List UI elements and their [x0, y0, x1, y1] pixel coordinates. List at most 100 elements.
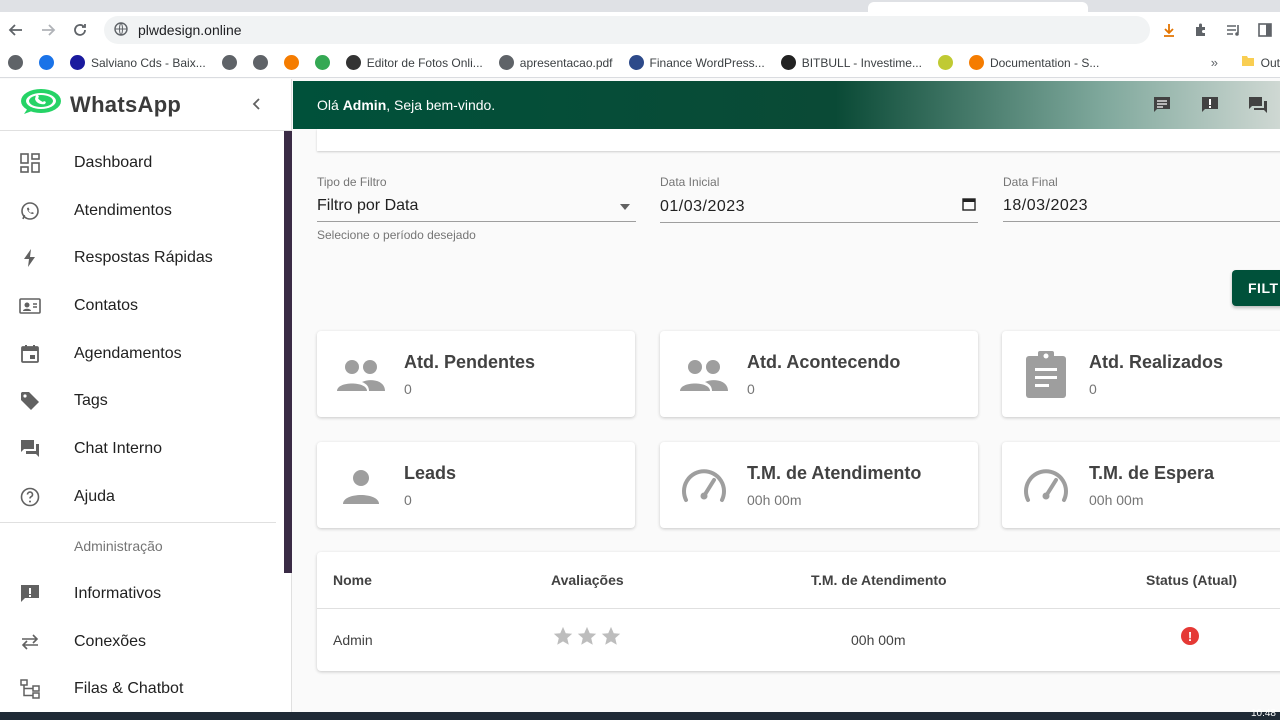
app-logo-text: WhatsApp [70, 91, 182, 117]
col-header-ratings[interactable]: Avaliações [551, 572, 624, 588]
announcement-icon[interactable] [1198, 93, 1222, 117]
bookmark-item[interactable]: Finance WordPress... [628, 55, 765, 70]
bookmark-favicon-icon [70, 55, 85, 70]
bookmark-folder[interactable]: Out [1241, 54, 1280, 71]
reload-icon[interactable] [64, 14, 96, 46]
bookmark-item[interactable]: Editor de Fotos Onli... [345, 55, 483, 70]
start-date-field[interactable]: Data Inicial 01/03/2023 [660, 175, 978, 223]
card-title: Atd. Pendentes [404, 352, 536, 372]
sidebar-item-chat-interno[interactable]: Chat Interno [0, 425, 280, 473]
filter-type-field[interactable]: Tipo de Filtro Filtro por Data [317, 175, 636, 223]
bookmark-favicon-icon [345, 55, 361, 70]
menu-divider [0, 522, 276, 523]
bookmark-item[interactable] [221, 55, 237, 70]
dropdown-arrow-icon[interactable] [620, 197, 630, 215]
sidebar-item-respostas-r-pidas[interactable]: Respostas Rápidas [0, 234, 280, 282]
row-name: Admin [333, 632, 373, 648]
bookmark-item[interactable]: BITBULL - Investime... [780, 55, 922, 70]
bookmark-item[interactable] [283, 55, 299, 70]
sidebar-item-informativos[interactable]: Informativos [0, 570, 280, 618]
person-icon [335, 460, 387, 512]
bookmark-favicon-icon [780, 55, 796, 70]
internal-chat-icon[interactable] [1246, 93, 1270, 117]
logo-row: WhatsApp [0, 79, 291, 131]
star-icon[interactable] [576, 625, 598, 654]
tag-icon [18, 389, 42, 413]
summary-card: Atd. Acontecendo 0 [660, 331, 978, 417]
top-card [317, 129, 1280, 151]
media-icon[interactable] [1218, 16, 1248, 44]
star-icon[interactable] [552, 625, 574, 654]
admin-menu: Informativos Conexões Filas & Chatbot [0, 570, 280, 713]
sidebar-item-contatos[interactable]: Contatos [0, 282, 280, 330]
star-icon[interactable] [600, 625, 622, 654]
card-value: 0 [404, 381, 412, 397]
sidepanel-icon[interactable] [1250, 16, 1280, 44]
col-header-avg-time[interactable]: T.M. de Atendimento [811, 572, 947, 588]
taskbar-clock: 10:48 [1250, 708, 1276, 719]
folder-icon [1241, 54, 1255, 71]
bookmark-folder-label: Out [1260, 55, 1280, 70]
filter-button[interactable]: FILT [1232, 270, 1280, 306]
sidebar-item-dashboard[interactable]: Dashboard [0, 139, 280, 187]
sidebar-item-filas-chatbot[interactable]: Filas & Chatbot [0, 665, 280, 713]
address-bar[interactable]: plwdesign.online [104, 16, 1150, 44]
bookmark-item[interactable]: apresentacao.pdf [498, 55, 613, 70]
card-title: Leads [404, 463, 457, 483]
col-header-status[interactable]: Status (Atual) [1146, 572, 1237, 588]
messages-icon[interactable] [1150, 93, 1174, 117]
whatsapp-logo-icon [20, 88, 62, 121]
sidebar-item-label: Conexões [74, 632, 147, 650]
bookmark-item[interactable] [937, 55, 953, 70]
start-date-input[interactable]: 01/03/2023 [660, 197, 978, 223]
sidebar-item-atendimentos[interactable]: Atendimentos [0, 187, 280, 235]
bookmark-item[interactable]: Documentation - S... [968, 55, 1099, 70]
end-date-input[interactable]: 18/03/2023 [1003, 197, 1280, 222]
header-actions [1150, 93, 1270, 117]
card-value: 0 [747, 381, 755, 397]
sidebar-item-label: Atendimentos [74, 201, 172, 219]
dashboard-main: Tipo de Filtro Filtro por Data Selecione… [293, 129, 1280, 712]
extensions-icon[interactable] [1186, 16, 1216, 44]
back-icon[interactable] [0, 14, 32, 46]
active-tab[interactable] [868, 2, 1088, 12]
attendants-table: Nome Avaliações T.M. de Atendimento Stat… [317, 552, 1280, 671]
bookmark-item[interactable] [39, 55, 54, 70]
sync-icon [18, 630, 42, 654]
collapse-sidebar-icon[interactable] [250, 95, 264, 116]
site-info-icon[interactable] [114, 21, 128, 39]
sidebar-item-label: Filas & Chatbot [74, 680, 184, 698]
bookmark-item[interactable]: Salviano Cds - Baix... [70, 55, 206, 70]
bookmark-favicon-icon [314, 55, 330, 70]
announcement-icon [18, 582, 42, 606]
filter-type-select[interactable]: Filtro por Data [317, 197, 636, 222]
summary-card: T.M. de Atendimento 00h 00m [660, 442, 978, 528]
forum-icon [18, 437, 42, 461]
sidebar-item-ajuda[interactable]: Ajuda [0, 473, 280, 521]
sidebar-item-label: Ajuda [74, 487, 115, 505]
card-value: 0 [1089, 381, 1097, 397]
bookmark-label: Salviano Cds - Baix... [91, 55, 206, 70]
calendar-picker-icon[interactable] [962, 197, 976, 216]
sidebar-item-conex-es[interactable]: Conexões [0, 618, 280, 666]
end-date-field[interactable]: Data Final 18/03/2023 [1003, 175, 1280, 223]
summary-card: Atd. Pendentes 0 [317, 331, 635, 417]
sidebar-item-tags[interactable]: Tags [0, 377, 280, 425]
bookmarks-bar: Salviano Cds - Baix... Editor de Fotos On… [0, 48, 1280, 78]
col-header-name[interactable]: Nome [333, 572, 372, 588]
bookmark-favicon-icon [8, 55, 23, 70]
tab-strip [0, 0, 1280, 12]
bookmark-item[interactable] [314, 55, 330, 70]
rating-stars[interactable] [552, 625, 622, 654]
bookmark-item[interactable] [8, 55, 23, 70]
app-header: Olá Admin, Seja bem-vindo. [293, 81, 1280, 129]
sidebar-item-agendamentos[interactable]: Agendamentos [0, 330, 280, 378]
bookmarks-overflow-icon[interactable]: » [1211, 55, 1218, 70]
bookmark-item[interactable] [252, 55, 268, 70]
filter-type-value: Filtro por Data [317, 197, 419, 214]
sidebar-scrollbar[interactable] [284, 131, 292, 573]
welcome-message: Olá Admin, Seja bem-vindo. [317, 97, 496, 113]
forward-icon[interactable] [32, 14, 64, 46]
download-icon[interactable] [1154, 16, 1184, 44]
bookmark-label: Editor de Fotos Onli... [366, 55, 483, 70]
